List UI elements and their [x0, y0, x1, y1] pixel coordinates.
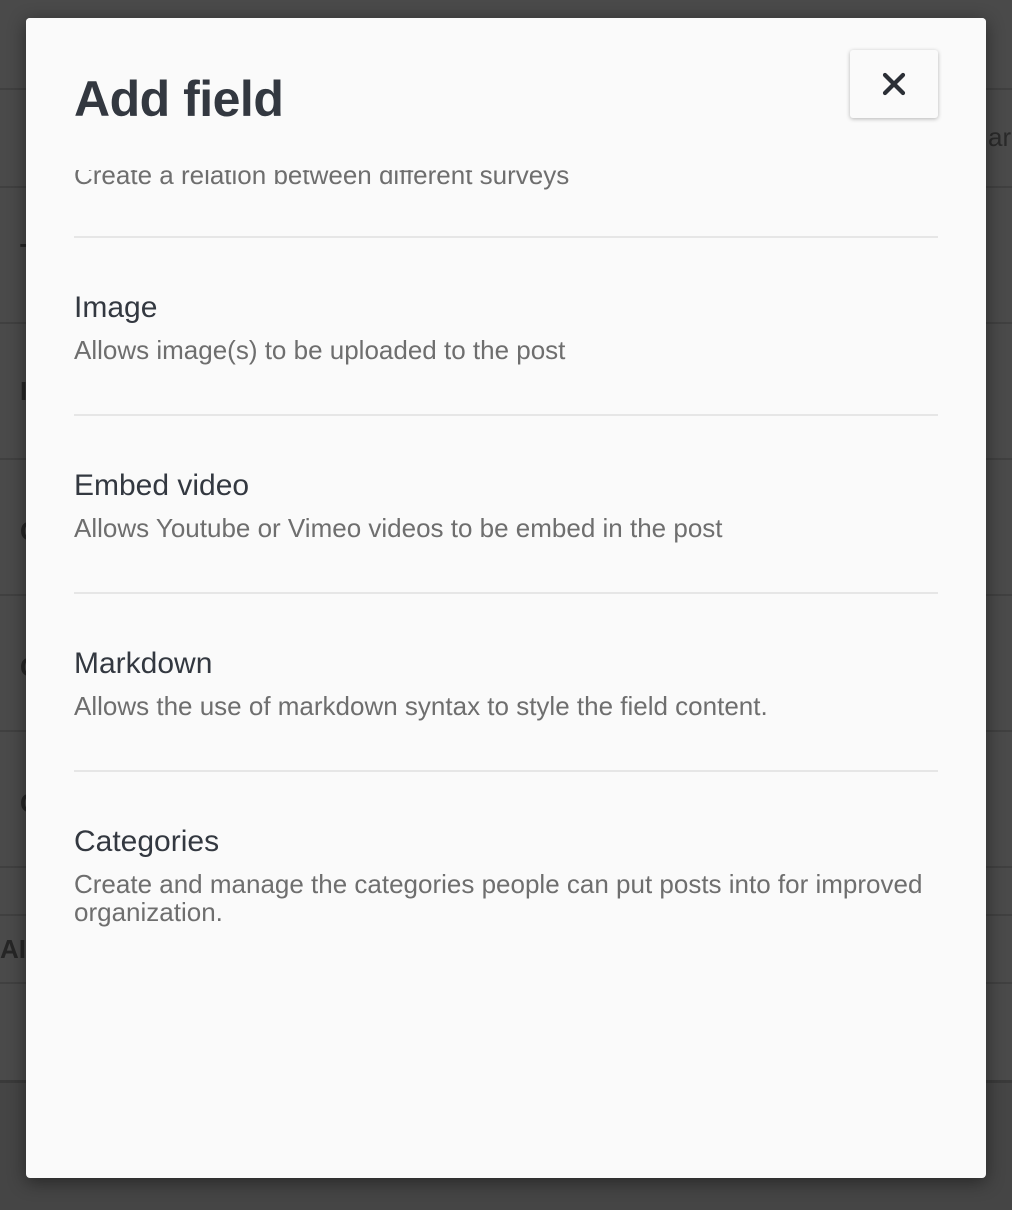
field-options-scroll-area[interactable]: Add field Create a relation between diff…: [26, 18, 986, 1178]
field-option-title: Image: [74, 291, 158, 324]
field-option-description: Create and manage the categories people …: [74, 869, 923, 927]
field-option-title: Categories: [74, 825, 220, 858]
field-option-description: Allows image(s) to be uploaded to the po…: [74, 335, 566, 365]
background-text: ar: [988, 122, 1012, 152]
field-option-image[interactable]: Image Allows image(s) to be uploaded to …: [74, 236, 938, 414]
modal-title: Add field: [74, 71, 284, 127]
background-text: AI: [0, 934, 26, 964]
close-icon: [882, 72, 906, 96]
field-options-list: Image Allows image(s) to be uploaded to …: [74, 236, 938, 948]
field-option-title: Markdown: [74, 647, 213, 680]
field-option-description: Allows the use of markdown syntax to sty…: [74, 691, 768, 721]
field-option-categories[interactable]: Categories Create and manage the categor…: [74, 770, 938, 948]
field-option-description: Allows Youtube or Vimeo videos to be emb…: [74, 513, 723, 543]
field-option-embed-video[interactable]: Embed video Allows Youtube or Vimeo vide…: [74, 414, 938, 592]
field-option-markdown[interactable]: Markdown Allows the use of markdown synt…: [74, 592, 938, 770]
add-field-modal: Add field Create a relation between diff…: [26, 18, 986, 1178]
close-button[interactable]: [850, 50, 938, 118]
field-option-title: Embed video: [74, 469, 250, 502]
